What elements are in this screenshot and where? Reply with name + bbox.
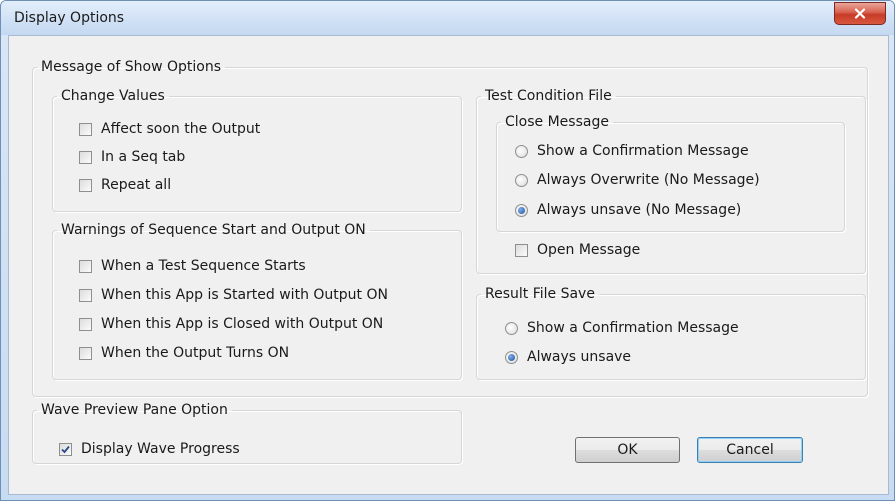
cancel-button[interactable]: Cancel bbox=[697, 437, 803, 463]
radio-selected-dot bbox=[518, 206, 525, 214]
app-started-output-on-checkbox[interactable]: When this App is Started with Output ON bbox=[79, 287, 388, 303]
in-seq-tab-checkbox[interactable]: In a Seq tab bbox=[79, 149, 185, 165]
test-condition-file-legend: Test Condition File bbox=[485, 88, 612, 104]
close-always-unsave-radio[interactable]: Always unsave (No Message) bbox=[515, 202, 741, 218]
dialog-body: Message of Show Options Change Values Af… bbox=[8, 35, 889, 495]
radio-label: Show a Confirmation Message bbox=[527, 320, 739, 336]
radio-selected-dot bbox=[508, 353, 515, 361]
checkbox-box[interactable] bbox=[79, 259, 92, 273]
app-closed-output-on-checkbox[interactable]: When this App is Closed with Output ON bbox=[79, 316, 383, 332]
open-message-checkbox[interactable]: Open Message bbox=[515, 242, 640, 258]
checkbox-label: When this App is Closed with Output ON bbox=[101, 316, 384, 332]
radio-button[interactable] bbox=[505, 321, 518, 335]
window-title: Display Options bbox=[14, 10, 125, 26]
checkbox-box[interactable] bbox=[515, 243, 528, 257]
radio-label: Always Overwrite (No Message) bbox=[537, 172, 760, 188]
dialog-window: Display Options Message of Show Options … bbox=[0, 0, 895, 501]
radio-button[interactable] bbox=[515, 173, 528, 187]
close-show-confirmation-radio[interactable]: Show a Confirmation Message bbox=[515, 143, 749, 159]
checkbox-label: Affect soon the Output bbox=[101, 121, 261, 137]
radio-label: Always unsave (No Message) bbox=[537, 202, 742, 218]
result-show-confirmation-radio[interactable]: Show a Confirmation Message bbox=[505, 320, 739, 336]
checkbox-label: Display Wave Progress bbox=[81, 441, 240, 457]
checkbox-label: Repeat all bbox=[101, 177, 172, 193]
change-values-legend: Change Values bbox=[61, 88, 165, 104]
checkmark-icon bbox=[61, 445, 70, 453]
checkbox-box[interactable] bbox=[79, 178, 92, 192]
warnings-legend: Warnings of Sequence Start and Output ON bbox=[61, 222, 366, 238]
title-bar: Display Options bbox=[1, 1, 894, 35]
checkbox-box[interactable] bbox=[79, 317, 92, 331]
checkbox-box[interactable] bbox=[79, 150, 92, 164]
checkbox-label: Open Message bbox=[537, 242, 641, 258]
checkbox-label: When the Output Turns ON bbox=[101, 345, 290, 361]
checkbox-box[interactable] bbox=[79, 288, 92, 302]
repeat-all-checkbox[interactable]: Repeat all bbox=[79, 177, 171, 193]
ok-button[interactable]: OK bbox=[575, 437, 680, 463]
radio-label: Show a Confirmation Message bbox=[537, 143, 749, 159]
close-button[interactable] bbox=[834, 2, 886, 25]
wave-preview-legend: Wave Preview Pane Option bbox=[41, 402, 228, 418]
test-sequence-starts-checkbox[interactable]: When a Test Sequence Starts bbox=[79, 258, 306, 274]
radio-button[interactable] bbox=[515, 144, 528, 158]
affect-soon-checkbox[interactable]: Affect soon the Output bbox=[79, 121, 260, 137]
close-icon bbox=[854, 8, 866, 19]
output-turns-on-checkbox[interactable]: When the Output Turns ON bbox=[79, 345, 289, 361]
checkbox-box[interactable] bbox=[59, 442, 72, 456]
checkbox-box[interactable] bbox=[79, 122, 92, 136]
checkbox-box[interactable] bbox=[79, 346, 92, 360]
close-always-overwrite-radio[interactable]: Always Overwrite (No Message) bbox=[515, 172, 760, 188]
radio-button[interactable] bbox=[515, 203, 528, 217]
checkbox-label: When a Test Sequence Starts bbox=[101, 258, 306, 274]
result-file-save-legend: Result File Save bbox=[485, 286, 595, 302]
radio-label: Always unsave bbox=[527, 349, 632, 365]
display-wave-progress-checkbox[interactable]: Display Wave Progress bbox=[59, 441, 240, 457]
message-options-legend: Message of Show Options bbox=[41, 59, 221, 75]
checkbox-label: When this App is Started with Output ON bbox=[101, 287, 388, 303]
result-always-unsave-radio[interactable]: Always unsave bbox=[505, 349, 631, 365]
radio-button[interactable] bbox=[505, 350, 518, 364]
checkbox-label: In a Seq tab bbox=[101, 149, 186, 165]
close-message-legend: Close Message bbox=[505, 114, 609, 130]
